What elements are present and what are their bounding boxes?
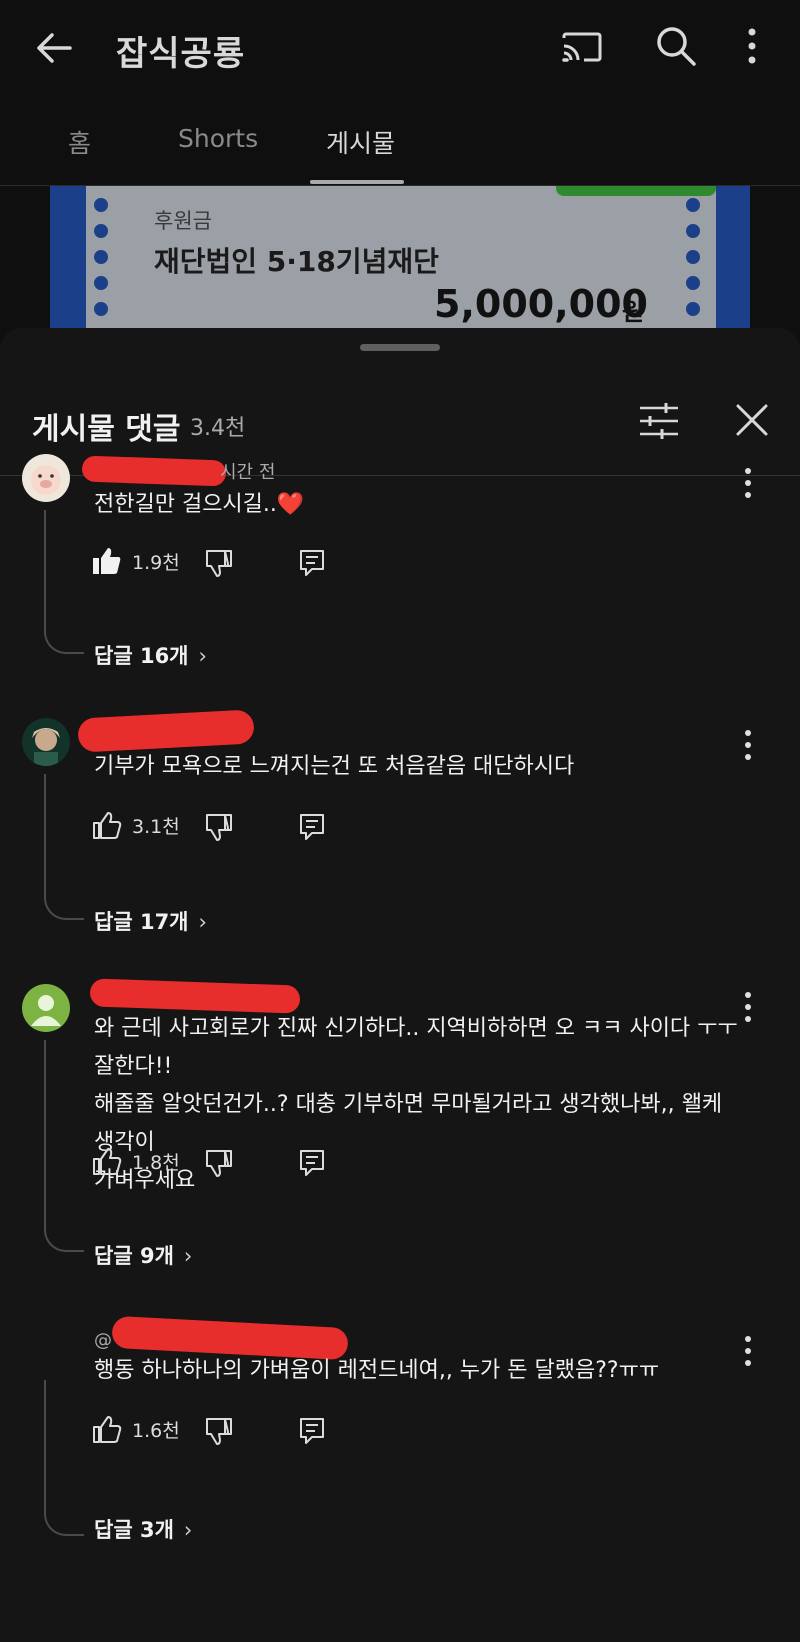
receipt-currency-unit: 원 xyxy=(622,298,645,326)
chevron-right-icon: › xyxy=(183,1244,193,1268)
comments-title: 게시물 댓글 xyxy=(32,412,181,447)
replies-label: 답글 3개 xyxy=(94,1518,174,1542)
chevron-right-icon: › xyxy=(198,910,207,934)
receipt-amount: 5,000,000 xyxy=(434,282,648,326)
comment-text: 전한길만 걸으시길..❤️ xyxy=(94,486,734,524)
perforation-dot xyxy=(686,302,700,316)
reply-thread-line xyxy=(44,774,84,920)
replies-label: 답글 17개 xyxy=(94,910,189,934)
like-icon[interactable] xyxy=(92,1146,122,1176)
perforation-dot xyxy=(686,276,700,290)
cast-icon[interactable] xyxy=(560,26,604,66)
like-count: 3.1천 xyxy=(132,816,180,838)
comment-item: @ 행동 하나하나의 가벼움이 레전드네여,, 누가 돈 달랬음??ㅠㅠ 1.6… xyxy=(0,1315,800,1588)
comments-count: 3.4천 xyxy=(190,416,246,441)
active-tab-indicator xyxy=(310,180,404,184)
reply-thread-line xyxy=(44,1040,84,1252)
receipt-green-tab xyxy=(556,186,716,196)
like-count: 1.8천 xyxy=(132,1152,180,1174)
perforation-dot xyxy=(94,302,108,316)
comment-item: 기부가 모욕으로 느껴지는건 또 처음같음 대단하시다 3.1천 답글 17개 › xyxy=(0,709,800,978)
comment-timestamp: 시간 전 xyxy=(220,462,276,483)
app-bar: 잡식공룡 xyxy=(0,0,800,96)
comment-more-icon[interactable] xyxy=(740,728,756,762)
chevron-right-icon: › xyxy=(198,644,207,668)
reply-icon[interactable] xyxy=(298,1416,326,1446)
comments-sheet: 게시물 댓글 3.4천 시간 전 전한길만 걸으시길..❤️ 1.9천 답글 1… xyxy=(0,328,800,1642)
reply-thread-line xyxy=(44,1380,84,1536)
comment-item: 시간 전 전한길만 걸으시길..❤️ 1.9천 답글 16개 › xyxy=(0,454,800,714)
view-replies-button[interactable]: 답글 17개 › xyxy=(94,906,207,936)
comment-text: 기부가 모욕으로 느껴지는건 또 처음같음 대단하시다 xyxy=(94,748,734,786)
perforation-dot xyxy=(686,198,700,212)
channel-tabs: 홈 Shorts 게시물 xyxy=(0,96,800,186)
dislike-icon[interactable] xyxy=(204,812,234,842)
comment-text-line: 전한길만 걸으시길..❤️ xyxy=(94,492,305,517)
perforation-dot xyxy=(686,250,700,264)
like-filled-icon[interactable] xyxy=(92,546,122,576)
replies-label: 답글 16개 xyxy=(94,644,189,668)
comment-actions: 1.6천 xyxy=(92,1412,352,1452)
perforation-dot xyxy=(94,250,108,264)
perforation-dot xyxy=(686,224,700,238)
tab-shorts[interactable]: Shorts xyxy=(178,124,258,153)
dislike-icon[interactable] xyxy=(204,1416,234,1446)
reply-icon[interactable] xyxy=(298,1148,326,1178)
comment-author-handle: @ xyxy=(94,1330,112,1351)
channel-title: 잡식공룡 xyxy=(116,34,246,74)
comment-text-line: 와 근데 사고회로가 진짜 신기하다.. 지역비하하면 오 ㅋㅋ 사이다 ㅜㅜ … xyxy=(94,1016,738,1079)
redacted-username xyxy=(81,455,227,487)
receipt-label: 후원금 xyxy=(154,209,212,233)
dislike-icon[interactable] xyxy=(204,1148,234,1178)
filter-icon[interactable] xyxy=(636,398,682,444)
view-replies-button[interactable]: 답글 3개 › xyxy=(94,1514,192,1544)
like-icon[interactable] xyxy=(92,1414,122,1444)
reply-icon[interactable] xyxy=(298,548,326,578)
back-arrow-icon[interactable] xyxy=(32,26,76,70)
comment-item: 와 근데 사고회로가 진짜 신기하다.. 지역비하하면 오 ㅋㅋ 사이다 ㅜㅜ … xyxy=(0,978,800,1314)
perforation-dot xyxy=(94,198,108,212)
drag-handle[interactable] xyxy=(360,344,440,351)
redacted-username xyxy=(77,709,255,753)
comment-actions: 1.8천 xyxy=(92,1144,352,1184)
chevron-right-icon: › xyxy=(183,1518,193,1542)
close-icon[interactable] xyxy=(730,398,774,442)
comment-text-line: 행동 하나하나의 가벼움이 레전드네여,, 누가 돈 달랬음??ㅠㅠ xyxy=(94,1358,660,1383)
like-count: 1.6천 xyxy=(132,1420,180,1442)
like-count: 1.9천 xyxy=(132,552,180,574)
comment-text-line: 기부가 모욕으로 느껴지는건 또 처음같음 대단하시다 xyxy=(94,754,575,779)
reply-thread-line xyxy=(44,510,84,654)
avatar[interactable] xyxy=(22,718,70,766)
redacted-username xyxy=(89,978,301,1014)
search-icon[interactable] xyxy=(654,24,698,68)
receipt-recipient: 재단법인 5·18기념재단 xyxy=(154,245,439,278)
replies-label: 답글 9개 xyxy=(94,1244,174,1268)
tab-home[interactable]: 홈 xyxy=(68,124,91,160)
comment-text: 행동 하나하나의 가벼움이 레전드네여,, 누가 돈 달랬음??ㅠㅠ xyxy=(94,1352,734,1390)
comment-more-icon[interactable] xyxy=(740,1334,756,1368)
more-vert-icon[interactable] xyxy=(742,24,762,68)
perforation-dot xyxy=(94,224,108,238)
dislike-icon[interactable] xyxy=(204,548,234,578)
view-replies-button[interactable]: 답글 16개 › xyxy=(94,640,207,670)
comment-more-icon[interactable] xyxy=(740,990,756,1024)
tab-posts[interactable]: 게시물 xyxy=(326,124,395,160)
perforation-dot xyxy=(94,276,108,290)
avatar[interactable] xyxy=(22,984,70,1032)
like-icon[interactable] xyxy=(92,810,122,840)
comment-more-icon[interactable] xyxy=(740,466,756,500)
comment-actions: 3.1천 xyxy=(92,808,352,848)
comment-actions: 1.9천 xyxy=(92,544,352,584)
reply-icon[interactable] xyxy=(298,812,326,842)
avatar[interactable] xyxy=(22,454,70,502)
view-replies-button[interactable]: 답글 9개 › xyxy=(94,1240,192,1270)
